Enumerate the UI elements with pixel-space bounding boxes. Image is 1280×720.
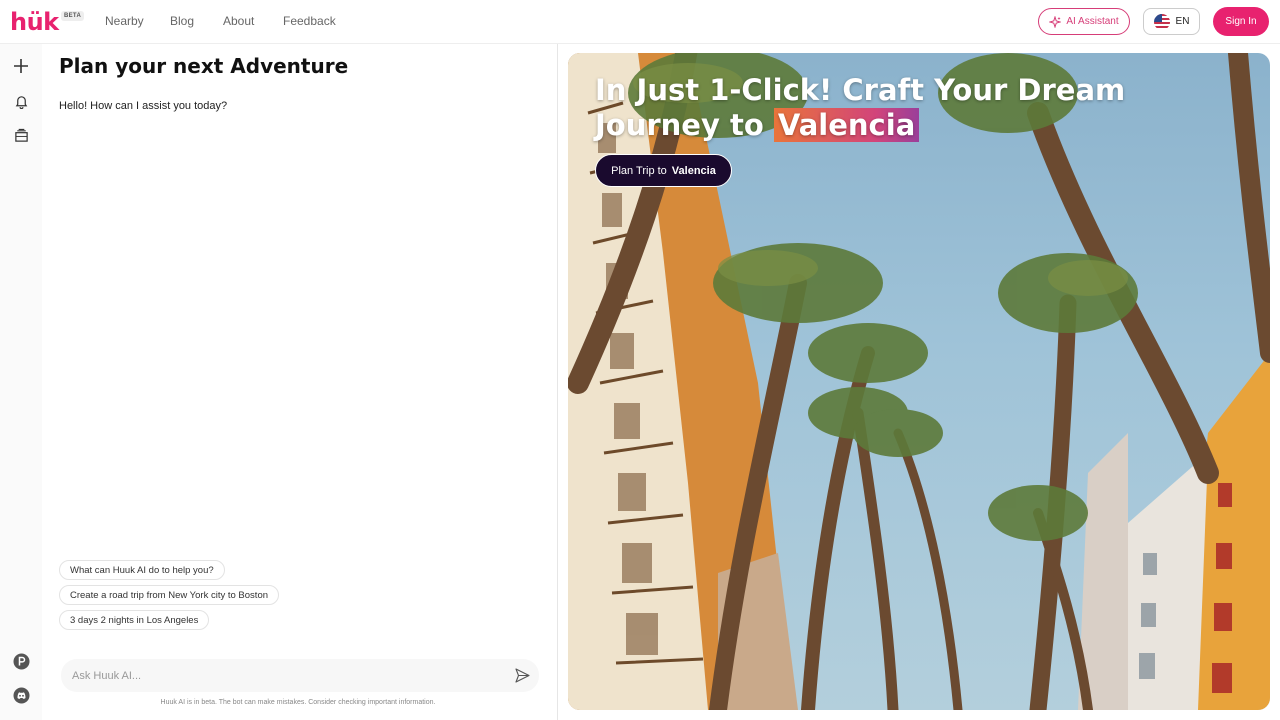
- hero-title: In Just 1-Click! Craft Your Dream Journe…: [595, 73, 1155, 143]
- plan-trip-prefix: Plan Trip to: [611, 164, 667, 177]
- product-hunt-link[interactable]: [11, 651, 31, 671]
- ai-assistant-button[interactable]: AI Assistant: [1038, 8, 1130, 35]
- hero-banner: In Just 1-Click! Craft Your Dream Journe…: [568, 53, 1270, 710]
- plus-icon: [14, 59, 28, 73]
- saved-trips-button[interactable]: [11, 125, 31, 145]
- product-hunt-icon: [13, 653, 29, 669]
- panel-divider: [557, 44, 558, 720]
- left-rail: [0, 44, 42, 720]
- send-icon: [515, 668, 530, 683]
- bell-icon: [15, 95, 27, 109]
- ai-assistant-label: AI Assistant: [1066, 16, 1119, 27]
- nav-feedback[interactable]: Feedback: [283, 14, 336, 28]
- us-flag-icon: [1153, 13, 1170, 30]
- suggestion-chip[interactable]: Create a road trip from New York city to…: [59, 585, 280, 605]
- sign-in-button[interactable]: Sign In: [1213, 7, 1269, 36]
- discord-link[interactable]: [11, 685, 31, 705]
- chat-input[interactable]: [61, 659, 539, 692]
- suggestion-chip[interactable]: 3 days 2 nights in Los Angeles: [59, 610, 210, 630]
- huuk-logo[interactable]: hük: [10, 8, 59, 36]
- notifications-button[interactable]: [11, 91, 31, 111]
- send-button[interactable]: [514, 667, 531, 684]
- top-header: hük BETA Nearby Blog About Feedback AI A…: [0, 0, 1280, 44]
- sparkle-icon: [1049, 15, 1062, 28]
- nav-about[interactable]: About: [223, 14, 254, 28]
- nav-nearby[interactable]: Nearby: [105, 14, 144, 28]
- beta-disclaimer: Huuk AI is in beta. The bot can make mis…: [160, 699, 436, 706]
- hero-city-highlight: Valencia: [773, 108, 920, 142]
- plan-trip-button[interactable]: Plan Trip to Valencia: [595, 154, 732, 187]
- language-selector[interactable]: EN: [1143, 8, 1200, 35]
- beta-badge: BETA: [61, 11, 85, 21]
- plan-trip-city: Valencia: [671, 164, 716, 177]
- page-title: Plan your next Adventure: [59, 54, 349, 78]
- new-chat-button[interactable]: [11, 56, 31, 76]
- nav-blog[interactable]: Blog: [170, 14, 194, 28]
- discord-icon: [13, 687, 29, 703]
- valencia-palm-trees-photo: [568, 53, 1270, 710]
- language-label: EN: [1175, 16, 1190, 27]
- assistant-greeting: Hello! How can I assist you today?: [59, 100, 228, 112]
- inbox-icon: [14, 128, 28, 142]
- suggestion-chip[interactable]: What can Huuk AI do to help you?: [59, 560, 225, 580]
